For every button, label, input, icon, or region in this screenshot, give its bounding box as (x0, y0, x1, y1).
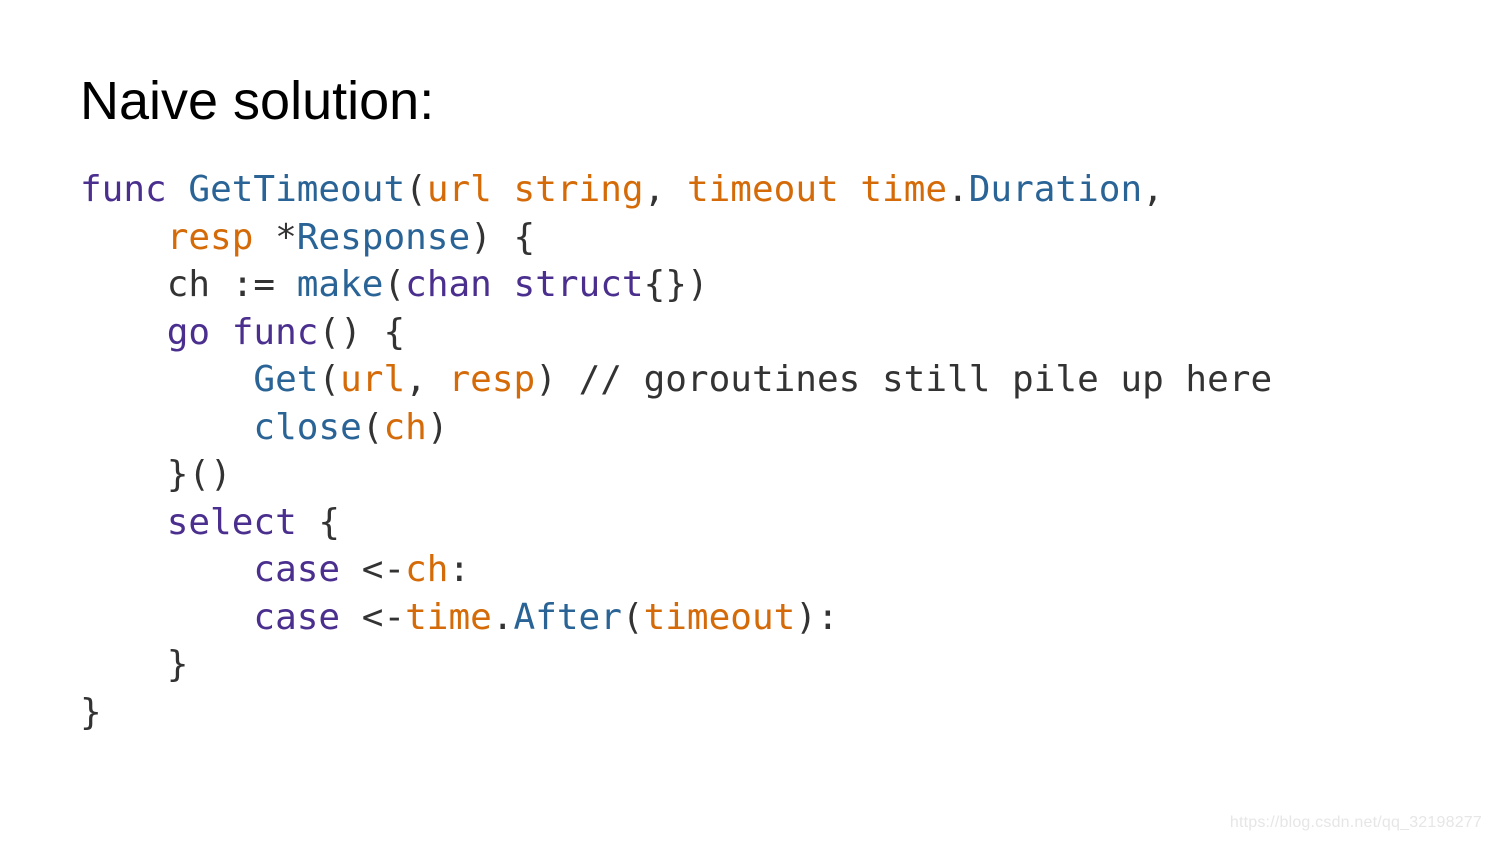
code-token: chan (405, 264, 492, 305)
code-token: go func (80, 312, 318, 353)
code-token: func (80, 169, 167, 210)
code-token: , (1142, 169, 1164, 210)
code-token: <- (362, 597, 405, 638)
code-token: url (340, 359, 405, 400)
code-token: timeout (644, 597, 796, 638)
code-token: . (947, 169, 969, 210)
code-token: ) (535, 359, 557, 400)
code-token: . (492, 597, 514, 638)
code-token: }() (80, 454, 232, 495)
code-token: ch (80, 264, 232, 305)
code-token: () { (318, 312, 405, 353)
code-token: struct (492, 264, 644, 305)
code-token: ch (383, 407, 426, 448)
code-token: timeout time (687, 169, 947, 210)
code-token: close (80, 407, 362, 448)
code-token: ) (427, 407, 449, 448)
code-token: { (318, 502, 340, 543)
code-block: func GetTimeout(url string, timeout time… (80, 166, 1470, 736)
code-token: url string (427, 169, 644, 210)
code-token: } (80, 692, 102, 733)
code-token: ( (622, 597, 644, 638)
watermark-text: https://blog.csdn.net/qq_32198277 (1230, 814, 1482, 832)
code-token: GetTimeout (188, 169, 405, 210)
code-token: ( (405, 169, 427, 210)
code-token: ) { (470, 217, 535, 258)
code-token: resp (167, 217, 275, 258)
code-token: ): (795, 597, 838, 638)
code-token: ( (383, 264, 405, 305)
code-token: After (514, 597, 622, 638)
slide-title: Naive solution: (80, 70, 1470, 132)
code-token: := (232, 264, 275, 305)
code-token: Response (297, 217, 470, 258)
code-token: ( (318, 359, 340, 400)
code-token: // goroutines still pile up here (557, 359, 1272, 400)
code-token: {}) (644, 264, 709, 305)
code-token: case (80, 597, 362, 638)
code-token: resp (427, 359, 535, 400)
slide-content: Naive solution: func GetTimeout(url stri… (0, 0, 1500, 736)
code-token: } (80, 644, 188, 685)
code-token: make (275, 264, 383, 305)
code-token: select (80, 502, 318, 543)
code-token: ( (362, 407, 384, 448)
code-token: , (644, 169, 666, 210)
code-token: <- (362, 549, 405, 590)
code-token: Duration (969, 169, 1142, 210)
code-token: time (405, 597, 492, 638)
code-token: , (405, 359, 427, 400)
code-token: : (448, 549, 470, 590)
code-token: ch (405, 549, 448, 590)
code-token: Get (80, 359, 318, 400)
code-token: * (275, 217, 297, 258)
code-token: case (80, 549, 362, 590)
